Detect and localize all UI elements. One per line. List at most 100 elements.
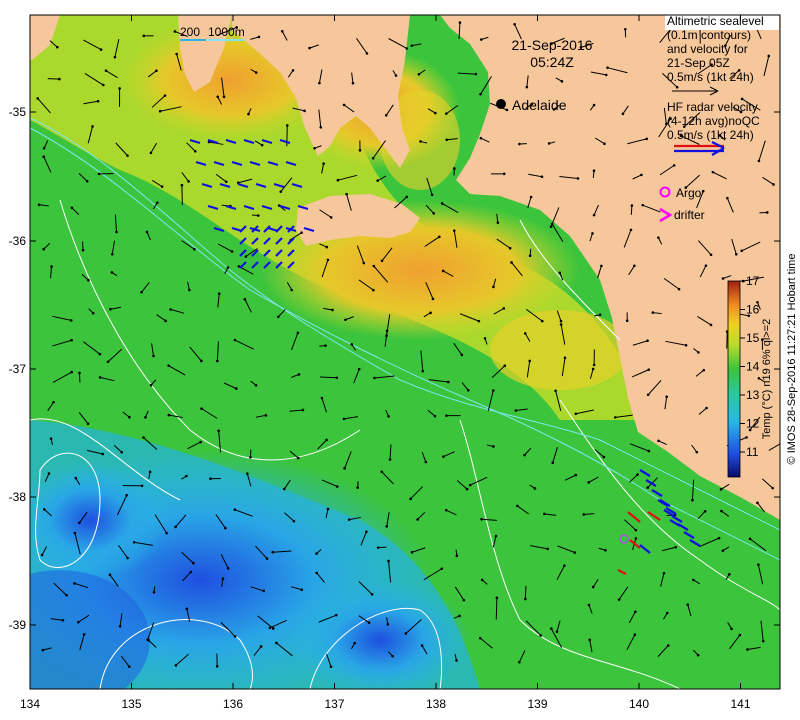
velocity-arrow-head <box>326 258 330 262</box>
colorbar-tick-label: 12 <box>746 417 760 431</box>
velocity-arrow-head <box>385 329 389 333</box>
velocity-arrow-head <box>65 593 68 597</box>
velocity-arrow-head <box>73 531 77 535</box>
velocity-arrow-head <box>167 364 170 367</box>
velocity-arrow-head <box>164 319 167 323</box>
x-tick-label: 137 <box>324 697 344 711</box>
velocity-arrow-head <box>97 172 101 176</box>
velocity-arrow-head <box>646 339 649 343</box>
velocity-arrow-head <box>69 319 73 322</box>
velocity-arrow-head <box>662 571 666 575</box>
velocity-arrow-head <box>70 338 73 342</box>
velocity-arrow-head <box>444 112 448 115</box>
velocity-arrow-head <box>373 376 376 380</box>
velocity-arrow-head <box>70 206 74 210</box>
velocity-arrow-head <box>216 359 219 363</box>
velocity-arrow-head <box>721 277 725 280</box>
velocity-arrow-head <box>371 156 375 160</box>
velocity-arrow-head <box>591 232 594 235</box>
velocity-arrow-head <box>492 445 495 448</box>
legend-alt-line-1: Altimetric sealevel <box>667 14 764 28</box>
velocity-arrow-head <box>358 149 362 152</box>
velocity-arrow-head <box>529 195 533 199</box>
velocity-arrow-head <box>125 493 128 497</box>
velocity-arrow-head <box>665 611 669 615</box>
velocity-arrow-head <box>189 570 193 574</box>
velocity-arrow-head <box>142 34 146 38</box>
velocity-arrow-head <box>334 613 338 617</box>
velocity-arrow-head <box>376 546 380 549</box>
velocity-arrow-head <box>633 633 637 636</box>
velocity-arrow-head <box>81 248 85 252</box>
velocity-arrow-head <box>592 169 596 173</box>
velocity-arrow-head <box>633 264 636 268</box>
velocity-arrow-head <box>452 229 456 232</box>
x-tick-label: 136 <box>223 697 243 711</box>
velocity-arrow-head <box>587 603 591 607</box>
velocity-arrow-head <box>256 214 260 217</box>
y-tick-label: -35 <box>9 105 27 119</box>
velocity-arrow-head <box>85 179 89 183</box>
velocity-arrow-head <box>563 564 566 567</box>
velocity-arrow-head <box>224 526 227 530</box>
velocity-arrow-head <box>291 69 295 72</box>
velocity-arrow-head <box>144 416 147 419</box>
velocity-arrow-head <box>554 389 557 393</box>
velocity-arrow-head <box>175 52 178 56</box>
velocity-arrow-head <box>40 553 44 557</box>
velocity-arrow-head <box>109 307 112 311</box>
velocity-arrow-head <box>104 69 108 72</box>
velocity-arrow-head <box>591 585 595 589</box>
legend-drifter: drifter <box>674 208 705 222</box>
velocity-arrow-head <box>148 470 152 474</box>
velocity-arrow-head <box>730 627 733 631</box>
velocity-arrow-head <box>350 342 354 346</box>
velocity-arrow-head <box>645 137 649 141</box>
velocity-arrow-head <box>516 504 519 508</box>
velocity-arrow-head <box>709 323 713 327</box>
velocity-arrow-head <box>86 422 90 426</box>
velocity-arrow-head <box>185 474 188 478</box>
velocity-arrow-head <box>169 308 172 311</box>
velocity-arrow-head <box>356 486 359 489</box>
velocity-arrow-head <box>127 665 131 668</box>
velocity-arrow-head <box>296 456 300 460</box>
velocity-arrow-head <box>647 449 651 453</box>
velocity-arrow-head <box>433 414 437 418</box>
velocity-arrow-head <box>233 338 237 342</box>
velocity-arrow-head <box>335 485 339 488</box>
velocity-arrow-head <box>217 292 221 295</box>
velocity-arrow-head <box>633 610 637 614</box>
velocity-arrow-head <box>234 387 238 390</box>
velocity-arrow-head <box>559 319 563 323</box>
velocity-arrow-head <box>525 85 529 89</box>
velocity-arrow-head <box>502 172 506 176</box>
velocity-arrow-head <box>247 112 250 116</box>
velocity-arrow-head <box>324 344 327 347</box>
velocity-arrow-head <box>142 436 145 439</box>
velocity-arrow-head <box>634 537 638 540</box>
velocity-arrow-head <box>630 204 634 207</box>
velocity-arrow-head <box>623 27 627 31</box>
velocity-arrow-head <box>480 517 483 521</box>
velocity-arrow-head <box>61 618 65 622</box>
velocity-arrow-head <box>394 74 398 77</box>
velocity-arrow-head <box>362 261 366 265</box>
velocity-arrow-head <box>696 653 700 657</box>
velocity-arrow-head <box>651 311 655 314</box>
velocity-arrow-head <box>342 417 346 421</box>
velocity-arrow-head <box>96 99 100 103</box>
velocity-arrow-head <box>275 641 278 645</box>
velocity-arrow-head <box>523 597 527 601</box>
velocity-arrow-head <box>335 376 339 380</box>
velocity-arrow-head <box>110 271 114 274</box>
velocity-arrow-head <box>226 567 230 570</box>
velocity-arrow-head <box>106 360 110 364</box>
velocity-arrow-head <box>419 140 422 143</box>
velocity-arrow-head <box>50 265 53 268</box>
velocity-arrow-head <box>279 190 283 193</box>
legend-alt-line-3: and velocity for <box>667 42 748 56</box>
velocity-arrow-head <box>441 269 445 273</box>
velocity-arrow-head <box>745 436 748 439</box>
velocity-arrow-head <box>384 114 388 117</box>
